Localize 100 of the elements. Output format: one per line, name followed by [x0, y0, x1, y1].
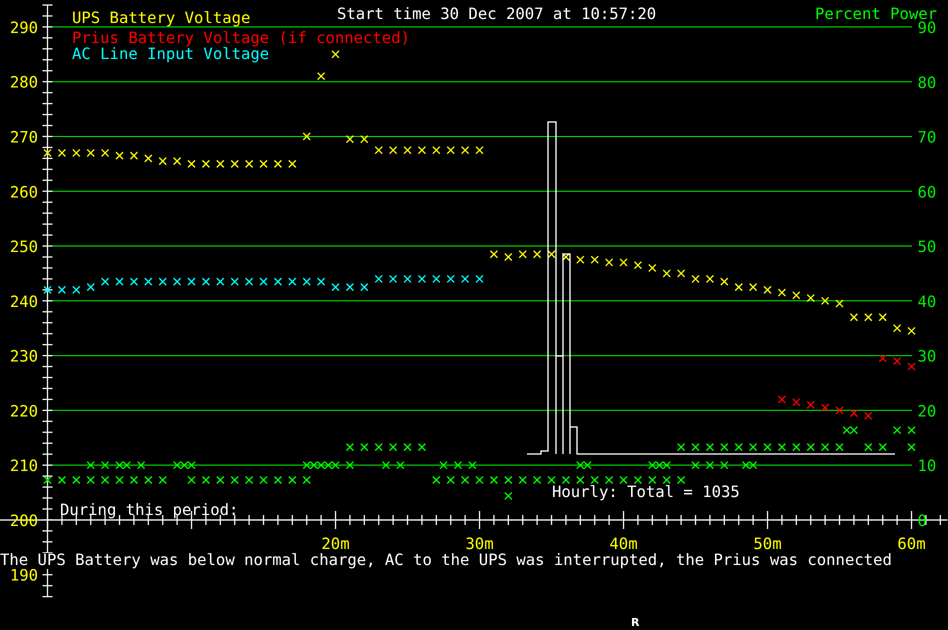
- y-tick-label: 70: [918, 128, 936, 147]
- data-point: [835, 299, 844, 308]
- data-point: [864, 412, 872, 420]
- data-point: [403, 146, 412, 154]
- data-point: [604, 258, 614, 267]
- data-point: [892, 356, 902, 366]
- data-point: [792, 291, 800, 300]
- data-point: [648, 264, 656, 272]
- data-point: [806, 400, 815, 410]
- data-point: [720, 443, 728, 452]
- y-tick-label: 80: [918, 74, 936, 92]
- data-point: [331, 282, 340, 292]
- data-point: [302, 132, 311, 141]
- data-point: [144, 154, 152, 163]
- data-point: [706, 443, 714, 452]
- data-point: [360, 282, 368, 292]
- y-tick-label: 230: [10, 348, 38, 366]
- data-point: [562, 252, 570, 262]
- data-point: [475, 476, 484, 484]
- data-point: [734, 282, 743, 292]
- data-point: [576, 461, 584, 470]
- data-point: [187, 278, 196, 286]
- data-point: [518, 476, 527, 484]
- data-point: [288, 476, 296, 484]
- data-point: [547, 476, 556, 484]
- data-point: [532, 250, 542, 258]
- y-tick-label: 220: [10, 402, 38, 420]
- data-point: [100, 278, 110, 286]
- data-point: [648, 476, 656, 484]
- data-point: [374, 443, 383, 452]
- data-point: [763, 286, 772, 294]
- data-point: [907, 362, 916, 371]
- data-point: [216, 278, 224, 286]
- data-point: [504, 476, 512, 484]
- y-tick-label: 250: [10, 238, 38, 256]
- data-point: [403, 274, 412, 284]
- data-point: [720, 278, 728, 286]
- data-point: [331, 461, 340, 470]
- data-point: [144, 476, 152, 484]
- data-point: [72, 148, 80, 158]
- y-tick-label: 60: [918, 183, 936, 202]
- data-point: [907, 426, 916, 434]
- data-point: [259, 476, 268, 484]
- data-point: [892, 324, 902, 332]
- data-point: [676, 443, 686, 452]
- data-point: [706, 274, 714, 284]
- data-point: [274, 160, 282, 168]
- data-point: [878, 443, 887, 452]
- data-point: [202, 160, 210, 168]
- data-point: [418, 146, 426, 154]
- data-point: [475, 146, 484, 154]
- x-tick-label: 30m: [465, 535, 494, 553]
- data-point: [115, 152, 124, 160]
- y-tick-label: 30: [918, 348, 936, 366]
- data-point: [316, 461, 326, 470]
- data-point: [202, 278, 210, 286]
- data-point: [676, 269, 686, 278]
- data-point: [396, 461, 404, 470]
- data-point: [202, 476, 210, 484]
- data-point: [634, 476, 642, 484]
- data-point: [115, 476, 124, 484]
- y-tick-label: 260: [10, 183, 38, 202]
- data-point: [100, 148, 110, 158]
- data-point: [136, 461, 146, 470]
- data-point: [460, 146, 470, 154]
- data-point: [691, 461, 700, 470]
- data-point: [742, 461, 750, 470]
- y-tick-label: 240: [10, 292, 38, 311]
- data-point: [230, 160, 239, 168]
- data-point: [562, 476, 570, 484]
- data-point: [734, 443, 743, 452]
- data-point: [288, 160, 296, 168]
- y-tick-label: 210: [10, 457, 38, 476]
- data-point: [907, 443, 916, 452]
- data-point: [655, 461, 664, 470]
- data-point: [72, 286, 80, 294]
- data-point: [388, 146, 398, 154]
- data-point: [460, 274, 470, 284]
- data-point: [662, 269, 671, 278]
- period-heading: During this period:: [60, 503, 238, 519]
- data-point: [604, 476, 614, 484]
- data-point: [864, 443, 872, 452]
- data-point: [43, 476, 52, 484]
- data-point: [432, 476, 440, 484]
- data-point: [144, 278, 152, 286]
- data-point: [302, 278, 311, 286]
- legend-label: Prius Battery Voltage (if connected): [72, 31, 410, 47]
- data-point: [230, 278, 239, 286]
- legend-label: AC Line Input Voltage: [72, 47, 270, 63]
- data-point: [316, 72, 326, 80]
- x-tick-label: 50m: [753, 535, 782, 553]
- data-point: [331, 50, 340, 58]
- data-point: [360, 135, 368, 144]
- x-tick-label: 60m: [897, 535, 926, 553]
- data-point: [820, 403, 830, 412]
- data-point: [130, 152, 138, 160]
- y-tick-label: 190: [10, 566, 38, 585]
- data-point: [244, 476, 254, 484]
- footer-mark: R: [631, 617, 640, 628]
- data-point: [792, 398, 800, 406]
